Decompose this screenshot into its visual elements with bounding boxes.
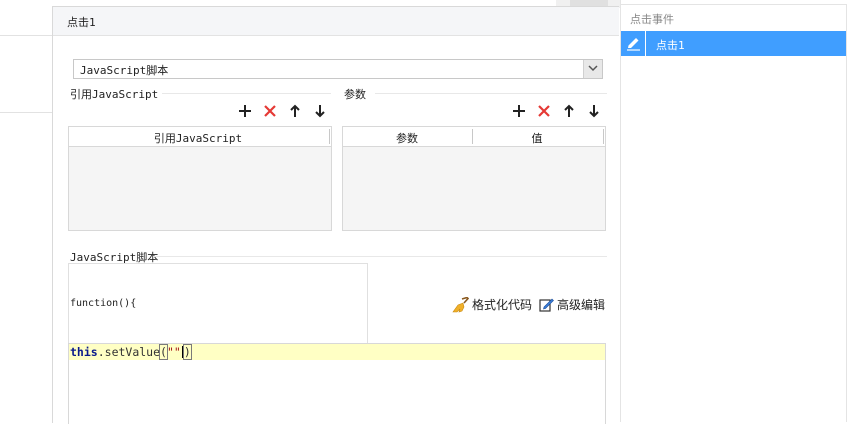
- section-divider: [153, 256, 607, 257]
- ref-section-label: 引用JavaScript: [70, 86, 163, 102]
- ref-table-header: 引用JavaScript: [69, 127, 331, 147]
- param-table-header: 参数 值: [343, 127, 605, 147]
- ref-table[interactable]: 引用JavaScript: [68, 126, 332, 231]
- param-table[interactable]: 参数 值: [342, 126, 606, 231]
- chevron-down-icon[interactable]: [583, 60, 602, 78]
- arrow-up-icon[interactable]: [561, 103, 577, 119]
- delete-icon[interactable]: [536, 103, 552, 119]
- text-caret: [181, 346, 183, 358]
- add-icon[interactable]: [237, 103, 253, 119]
- events-panel: 点击事件 点击1: [620, 0, 856, 422]
- code-keyword: this: [70, 345, 98, 359]
- dialog-title: 点击1: [67, 16, 96, 29]
- background-window: [0, 0, 52, 422]
- divider: [0, 112, 52, 113]
- section-divider: [375, 93, 607, 94]
- format-code-button[interactable]: 格式化代码: [452, 296, 532, 313]
- ref-column-header: 引用JavaScript: [153, 132, 243, 145]
- script-type-select[interactable]: JavaScript脚本: [73, 59, 603, 79]
- param-column-header: 参数: [396, 132, 418, 145]
- edit-icon: [539, 298, 554, 312]
- dialog-title-bar: 点击1: [53, 7, 619, 36]
- event-list-item[interactable]: 点击1: [621, 31, 846, 56]
- code-line[interactable]: this.setValue(""): [70, 344, 192, 360]
- add-icon[interactable]: [511, 103, 527, 119]
- code-editor[interactable]: this.setValue(""): [68, 343, 606, 424]
- arrow-up-icon[interactable]: [287, 103, 303, 119]
- events-panel-header: 点击事件: [630, 13, 674, 26]
- arrow-down-icon[interactable]: [312, 103, 328, 119]
- divider: [0, 35, 52, 36]
- advanced-edit-label: 高级编辑: [557, 298, 606, 312]
- event-dialog: 点击1 JavaScript脚本 引用JavaScript 引用JavaScri…: [52, 6, 619, 424]
- function-header-code: function(){: [70, 298, 137, 309]
- code-string: "": [166, 345, 181, 359]
- advanced-edit-button[interactable]: 高级编辑: [539, 296, 605, 313]
- code-method: setValue: [104, 345, 161, 359]
- event-item-label: 点击1: [656, 39, 685, 52]
- delete-icon[interactable]: [262, 103, 278, 119]
- param-section-label: 参数: [344, 86, 370, 102]
- value-column-header: 值: [531, 132, 543, 145]
- arrow-down-icon[interactable]: [586, 103, 602, 119]
- broom-icon: [452, 296, 469, 312]
- script-type-value: JavaScript脚本: [80, 64, 169, 77]
- code-paren-open: (: [159, 344, 168, 360]
- section-divider: [153, 93, 331, 94]
- code-paren-close: ): [182, 344, 192, 360]
- function-header-box: function(){: [68, 263, 368, 344]
- pencil-icon[interactable]: [621, 31, 646, 56]
- format-code-label: 格式化代码: [472, 298, 533, 312]
